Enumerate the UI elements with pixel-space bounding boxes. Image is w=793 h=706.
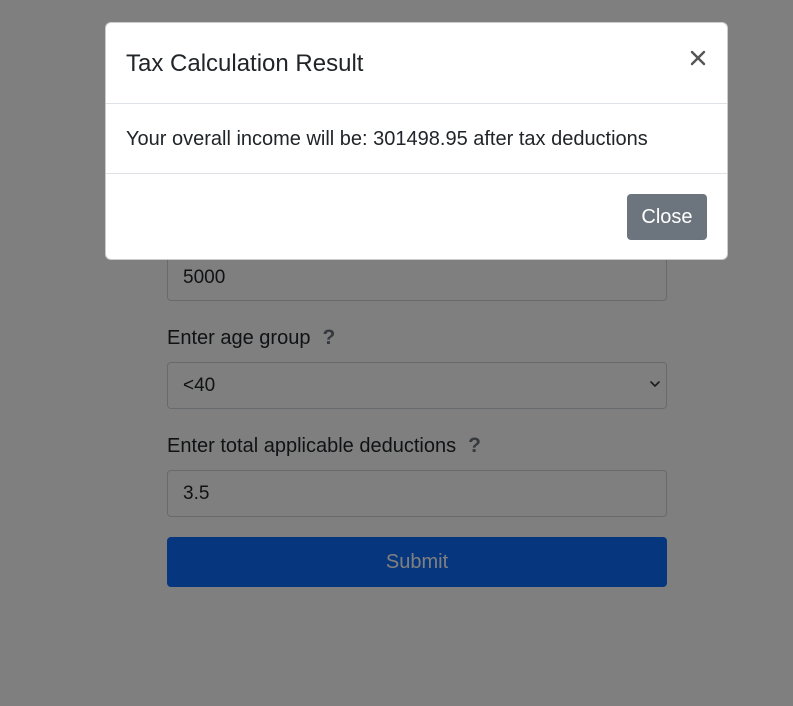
- result-message: Your overall income will be: 301498.95 a…: [126, 128, 648, 150]
- modal-body: Your overall income will be: 301498.95 a…: [106, 103, 727, 174]
- modal-footer: Close: [106, 174, 727, 260]
- close-icon[interactable]: [689, 49, 707, 67]
- modal-title: Tax Calculation Result: [126, 50, 364, 77]
- modal-header: Tax Calculation Result: [106, 23, 727, 104]
- tax-result-modal: Tax Calculation Result Your overall inco…: [105, 22, 728, 260]
- close-button[interactable]: Close: [627, 194, 707, 240]
